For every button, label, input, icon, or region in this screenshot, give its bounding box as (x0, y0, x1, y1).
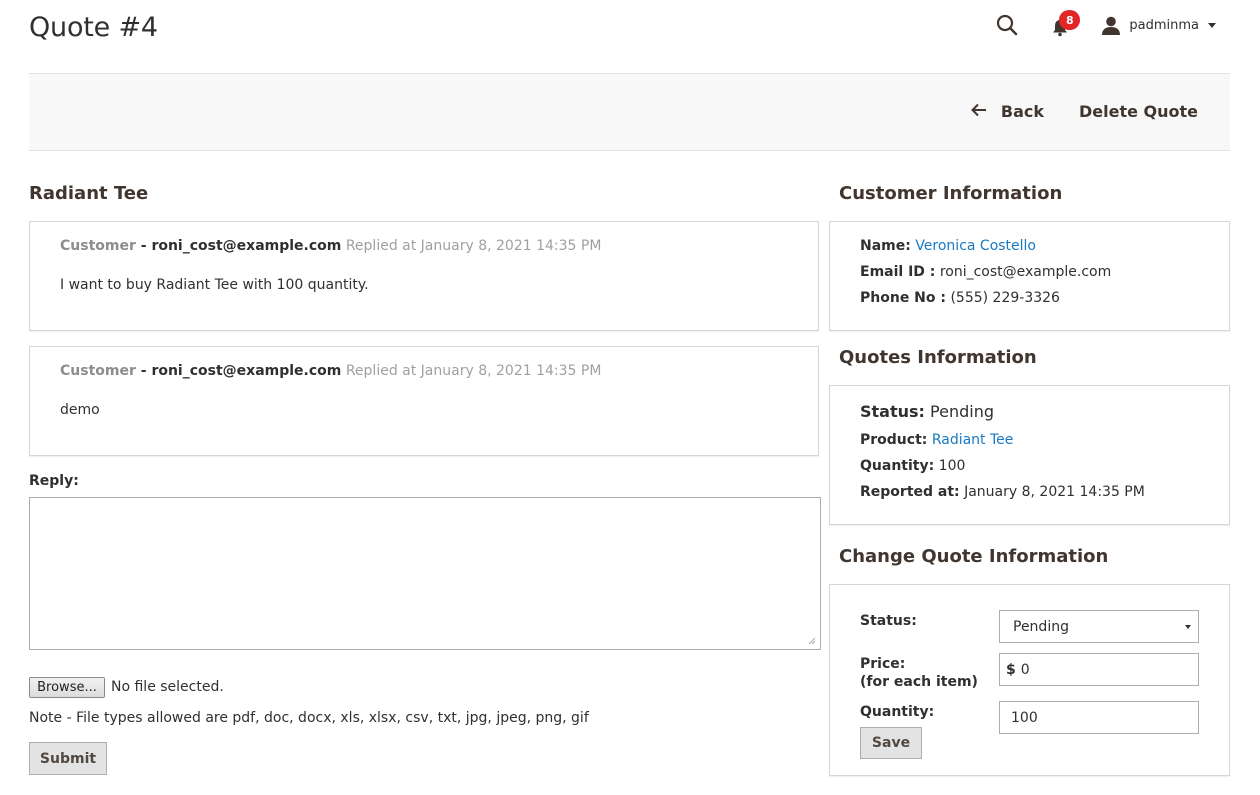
message-time: Replied at January 8, 2021 14:35 PM (341, 363, 602, 379)
customer-email-value: roni_cost@example.com (939, 264, 1112, 280)
submit-button[interactable]: Submit (29, 742, 107, 775)
user-menu[interactable]: padminma (1101, 16, 1216, 35)
quote-reported-value: January 8, 2021 14:35 PM (964, 484, 1145, 500)
search-icon[interactable] (995, 12, 1019, 38)
customer-name-link[interactable]: Veronica Costello (915, 238, 1036, 254)
action-bar: Back Delete Quote (29, 73, 1230, 151)
username: padminma (1129, 17, 1199, 33)
customer-email-label: Email ID : (860, 264, 936, 280)
message-role: Customer (60, 238, 136, 254)
delete-quote-button[interactable]: Delete Quote (1079, 102, 1198, 121)
browse-file-button[interactable]: Browse... (29, 677, 105, 698)
message-meta: Customer - roni_cost@example.com Replied… (60, 363, 601, 379)
quote-reported-label: Reported at: (860, 484, 960, 500)
customer-email-row: Email ID : roni_cost@example.com (860, 264, 1111, 280)
resize-handle-icon[interactable] (808, 637, 818, 647)
back-button-label: Back (1000, 102, 1044, 121)
message-email: roni_cost@example.com (151, 238, 342, 254)
quantity-value: 100 (1011, 709, 1038, 726)
status-selected-value: Pending (1013, 618, 1069, 635)
message-separator: - (135, 363, 152, 379)
customer-info-panel: Name: Veronica Costello Email ID : roni_… (829, 221, 1230, 331)
message-text: I want to buy Radiant Tee with 100 quant… (60, 277, 369, 293)
message-item: Customer - roni_cost@example.com Replied… (29, 346, 819, 456)
customer-phone-value: (555) 229-3326 (950, 290, 1060, 306)
price-label-group: Price: (for each item) (860, 655, 978, 691)
quotes-info-panel: Status: Pending Product: Radiant Tee Qua… (829, 385, 1230, 525)
page-title: Quote #4 (29, 12, 158, 43)
user-icon (1102, 16, 1121, 35)
price-currency: $ (1006, 661, 1016, 678)
reply-label: Reply: (29, 473, 79, 489)
customer-phone-label: Phone No : (860, 290, 946, 306)
chevron-down-icon (1185, 625, 1191, 629)
chevron-down-icon (1208, 22, 1216, 28)
customer-info-title: Customer Information (839, 183, 1063, 204)
price-value: 0 (1020, 661, 1030, 678)
message-meta: Customer - roni_cost@example.com Replied… (60, 238, 601, 254)
quote-reported-row: Reported at: January 8, 2021 14:35 PM (860, 484, 1145, 500)
back-button[interactable]: Back (970, 102, 1044, 121)
price-sublabel: (for each item) (860, 674, 978, 690)
header-actions: 8 padminma (995, 10, 1216, 38)
arrow-left-icon (970, 103, 987, 121)
quote-product-link[interactable]: Radiant Tee (932, 432, 1014, 448)
conversation-title: Radiant Tee (29, 183, 149, 204)
quote-status-label: Status: (860, 402, 925, 421)
price-label: Price: (860, 656, 906, 672)
quote-product-label: Product: (860, 432, 928, 448)
message-separator: - (135, 238, 152, 254)
quote-status-row: Status: Pending (860, 402, 994, 421)
save-button[interactable]: Save (860, 727, 922, 759)
quote-status-value: Pending (930, 402, 994, 421)
quote-quantity-value: 100 (938, 458, 966, 474)
message-role: Customer (60, 363, 136, 379)
customer-phone-row: Phone No : (555) 229-3326 (860, 290, 1060, 306)
quote-quantity-label: Quantity: (860, 458, 935, 474)
quote-quantity-row: Quantity: 100 (860, 458, 965, 474)
quote-product-row: Product: Radiant Tee (860, 432, 1013, 448)
change-quote-panel: Status: Pending Price: (for each item) $… (829, 584, 1230, 776)
status-label: Status: (860, 613, 917, 629)
notifications-button[interactable]: 8 (1049, 10, 1081, 38)
price-input[interactable]: $ 0 (999, 653, 1199, 686)
message-text: demo (60, 402, 100, 418)
reply-textarea[interactable] (29, 497, 821, 650)
file-status: No file selected. (111, 679, 224, 695)
change-quote-title: Change Quote Information (839, 546, 1109, 567)
quotes-info-title: Quotes Information (839, 347, 1037, 368)
quantity-label: Quantity: (860, 704, 935, 720)
status-select[interactable]: Pending (999, 610, 1199, 643)
notification-count-badge: 8 (1059, 10, 1081, 30)
message-item: Customer - roni_cost@example.com Replied… (29, 221, 819, 331)
message-email: roni_cost@example.com (151, 363, 342, 379)
customer-name-label: Name: (860, 238, 911, 254)
quantity-input[interactable]: 100 (999, 701, 1199, 734)
file-types-note: Note - File types allowed are pdf, doc, … (29, 710, 589, 726)
message-time: Replied at January 8, 2021 14:35 PM (341, 238, 602, 254)
customer-name-row: Name: Veronica Costello (860, 238, 1036, 254)
